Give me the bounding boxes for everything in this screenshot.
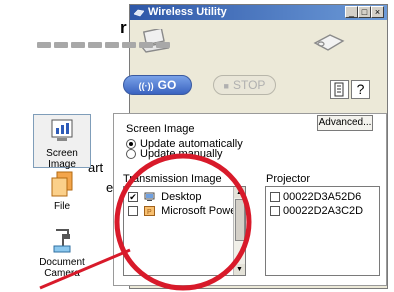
checkbox[interactable]: ✔ [128, 192, 138, 203]
desktop-icon [144, 192, 155, 202]
advanced-button[interactable]: Advanced... [317, 115, 373, 131]
transmission-image-label: Transmission Image [123, 173, 222, 185]
sidebar-item-screen-image[interactable]: Screen Image [33, 114, 91, 170]
radio-update-manually[interactable]: Update manually [126, 148, 223, 160]
scroll-down-icon[interactable]: ▼ [234, 264, 245, 275]
list-item[interactable]: 00022D2A3C2D [270, 205, 363, 218]
background-text-fragment: r [120, 18, 127, 37]
go-button[interactable]: ((·)) GO [123, 75, 192, 95]
vertical-scrollbar[interactable]: ▲ ▼ [233, 187, 245, 275]
status-icon [334, 82, 344, 97]
projector-list[interactable]: 00022D3A52D6 00022D2A3C2D [265, 186, 380, 276]
projector-label: Projector [266, 173, 311, 185]
stop-label: STOP [232, 78, 266, 92]
close-button[interactable]: × [371, 6, 384, 18]
panel-title: Screen Image [126, 123, 195, 135]
projector-icon [313, 34, 345, 51]
radio-label: Update manually [140, 148, 223, 160]
app-icon [134, 9, 144, 17]
stop-button[interactable]: ■ STOP [213, 75, 276, 95]
list-item[interactable]: 00022D3A52D6 [270, 191, 361, 204]
list-item-label: 00022D3A52D6 [283, 191, 362, 203]
minimize-button[interactable]: _ [345, 6, 358, 18]
svg-text:P: P [147, 209, 152, 216]
sidebar-item-document-camera[interactable]: Document Camera [33, 226, 91, 286]
file-icon [51, 171, 73, 197]
list-item-label: Desktop [161, 191, 202, 203]
list-item[interactable]: P Microsoft Power [128, 205, 240, 218]
sidebar-item-label: File [53, 201, 71, 212]
transmission-image-list[interactable]: ✔ Desktop P Microsoft Power ▲ ▼ [123, 186, 246, 276]
help-button[interactable]: ? [351, 80, 370, 99]
status-button[interactable] [330, 80, 349, 99]
scroll-up-icon[interactable]: ▲ [234, 187, 245, 198]
wireless-icon: ((·)) [138, 81, 154, 91]
checkbox[interactable] [128, 206, 138, 217]
connection-progress-line [37, 42, 175, 48]
checkbox[interactable] [270, 206, 280, 217]
list-item[interactable]: ✔ Desktop [128, 191, 201, 204]
stop-icon: ■ [223, 81, 229, 91]
document-camera-icon [53, 229, 71, 253]
list-item-label: Microsoft Power [161, 205, 240, 217]
sidebar-item-label: Document Camera [39, 257, 85, 279]
sidebar-item-label: Screen Image [46, 148, 78, 170]
list-item-label: 00022D2A3C2D [283, 205, 364, 217]
checkbox[interactable] [270, 192, 280, 203]
radio-button[interactable] [126, 149, 136, 160]
go-label: GO [157, 78, 177, 92]
sidebar-item-file[interactable]: File [33, 170, 91, 222]
maximize-button[interactable]: □ [358, 6, 371, 18]
window-title: Wireless Utility [148, 6, 227, 18]
scroll-thumb[interactable] [235, 199, 245, 241]
screen-image-icon [51, 119, 73, 141]
powerpoint-icon: P [144, 206, 156, 217]
title-bar[interactable]: Wireless Utility _ □ × [130, 5, 387, 20]
